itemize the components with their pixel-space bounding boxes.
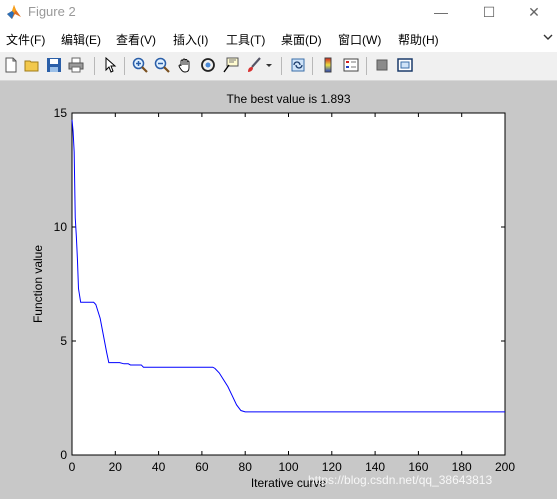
save-icon	[47, 58, 61, 72]
toolbar-separator	[94, 57, 95, 75]
brush-icon	[248, 57, 261, 72]
minimize-icon: —	[434, 4, 448, 20]
y-tick-label: 0	[60, 448, 67, 462]
hide-plot-tools-button[interactable]	[372, 55, 392, 75]
menu-desktop[interactable]: 桌面(D)	[281, 31, 322, 48]
menu-overflow-arrow-icon[interactable]	[543, 33, 553, 43]
menu-bar: 文件(F) 编辑(E) 查看(V) 插入(I) 工具(T) 桌面(D) 窗口(W…	[0, 28, 557, 50]
link-plot-button[interactable]	[288, 55, 308, 75]
zoom-out-icon	[154, 57, 170, 73]
rotate-3d-icon	[201, 58, 215, 72]
y-axis-label: Function value	[31, 245, 45, 323]
toolbar-separator	[281, 57, 282, 75]
menu-edit[interactable]: 编辑(E)	[61, 31, 101, 48]
save-button[interactable]	[44, 55, 64, 75]
matlab-logo-icon	[7, 5, 21, 19]
hide-plot-tools-icon	[376, 59, 388, 71]
minimize-button[interactable]: —	[418, 0, 464, 24]
show-plot-tools-icon	[397, 58, 413, 72]
zoom-out-button[interactable]	[152, 55, 172, 75]
zoom-in-button[interactable]	[130, 55, 150, 75]
y-tick-label: 5	[60, 334, 67, 348]
menu-window[interactable]: 窗口(W)	[338, 31, 381, 48]
x-tick-label: 160	[408, 460, 428, 474]
line-chart[interactable]: 0 20 40 60 80 100 120 140 160 180 200 0 5 10 15 The be…	[0, 81, 557, 499]
rotate-3d-button[interactable]	[198, 55, 218, 75]
x-tick-label: 140	[365, 460, 385, 474]
edit-plot-button[interactable]	[100, 55, 120, 75]
pan-button[interactable]	[175, 55, 195, 75]
zoom-in-icon	[132, 57, 148, 73]
x-tick-label: 0	[69, 460, 76, 474]
new-figure-icon	[5, 57, 17, 73]
brush-dropdown-icon	[266, 64, 272, 67]
open-file-button[interactable]	[22, 55, 42, 75]
menu-view[interactable]: 查看(V)	[116, 31, 156, 48]
legend-button[interactable]	[341, 55, 361, 75]
x-tick-label: 60	[195, 460, 209, 474]
show-plot-tools-button[interactable]	[395, 55, 415, 75]
menu-file[interactable]: 文件(F)	[6, 31, 45, 48]
brush-dropdown-button[interactable]	[264, 55, 274, 75]
toolbar-separator	[366, 57, 367, 75]
menu-help[interactable]: 帮助(H)	[398, 31, 439, 48]
watermark-text: https://blog.csdn.net/qq_38643813	[308, 473, 493, 487]
close-button[interactable]: ✕	[511, 0, 557, 24]
axes-box	[71, 112, 506, 456]
edit-plot-arrow-icon	[105, 57, 117, 73]
x-tick-label: 100	[278, 460, 298, 474]
figure-toolbar	[0, 52, 557, 81]
x-tick-label: 20	[109, 460, 123, 474]
colorbar-button[interactable]	[318, 55, 338, 75]
print-icon	[68, 57, 84, 73]
chart-title: The best value is 1.893	[226, 92, 350, 106]
y-tick-label: 10	[54, 220, 68, 234]
toolbar-separator	[312, 57, 313, 75]
x-tick-label: 80	[239, 460, 253, 474]
x-tick-label: 180	[452, 460, 472, 474]
new-figure-button[interactable]	[1, 55, 21, 75]
window-title: Figure 2	[28, 4, 76, 19]
legend-icon	[343, 58, 359, 72]
toolbar-separator	[124, 57, 125, 75]
menu-insert[interactable]: 插入(I)	[173, 31, 208, 48]
figure-canvas: 0 20 40 60 80 100 120 140 160 180 200 0 5 10 15 The be…	[0, 81, 557, 499]
brush-button[interactable]	[244, 55, 264, 75]
open-file-icon	[24, 60, 39, 72]
x-tick-label: 200	[495, 460, 515, 474]
data-cursor-icon	[223, 57, 239, 73]
title-bar: Figure 2 — ☐ ✕	[0, 0, 557, 24]
maximize-icon: ☐	[482, 3, 496, 20]
data-cursor-button[interactable]	[221, 55, 241, 75]
close-icon: ✕	[528, 3, 540, 20]
pan-hand-icon	[178, 58, 190, 73]
y-tick-label: 15	[54, 106, 68, 120]
x-tick-label: 120	[322, 460, 342, 474]
colorbar-icon	[324, 57, 332, 73]
maximize-button[interactable]: ☐	[466, 0, 512, 24]
x-tick-label: 40	[152, 460, 166, 474]
menu-tools[interactable]: 工具(T)	[226, 31, 265, 48]
print-button[interactable]	[66, 55, 86, 75]
link-plot-icon	[291, 58, 305, 72]
